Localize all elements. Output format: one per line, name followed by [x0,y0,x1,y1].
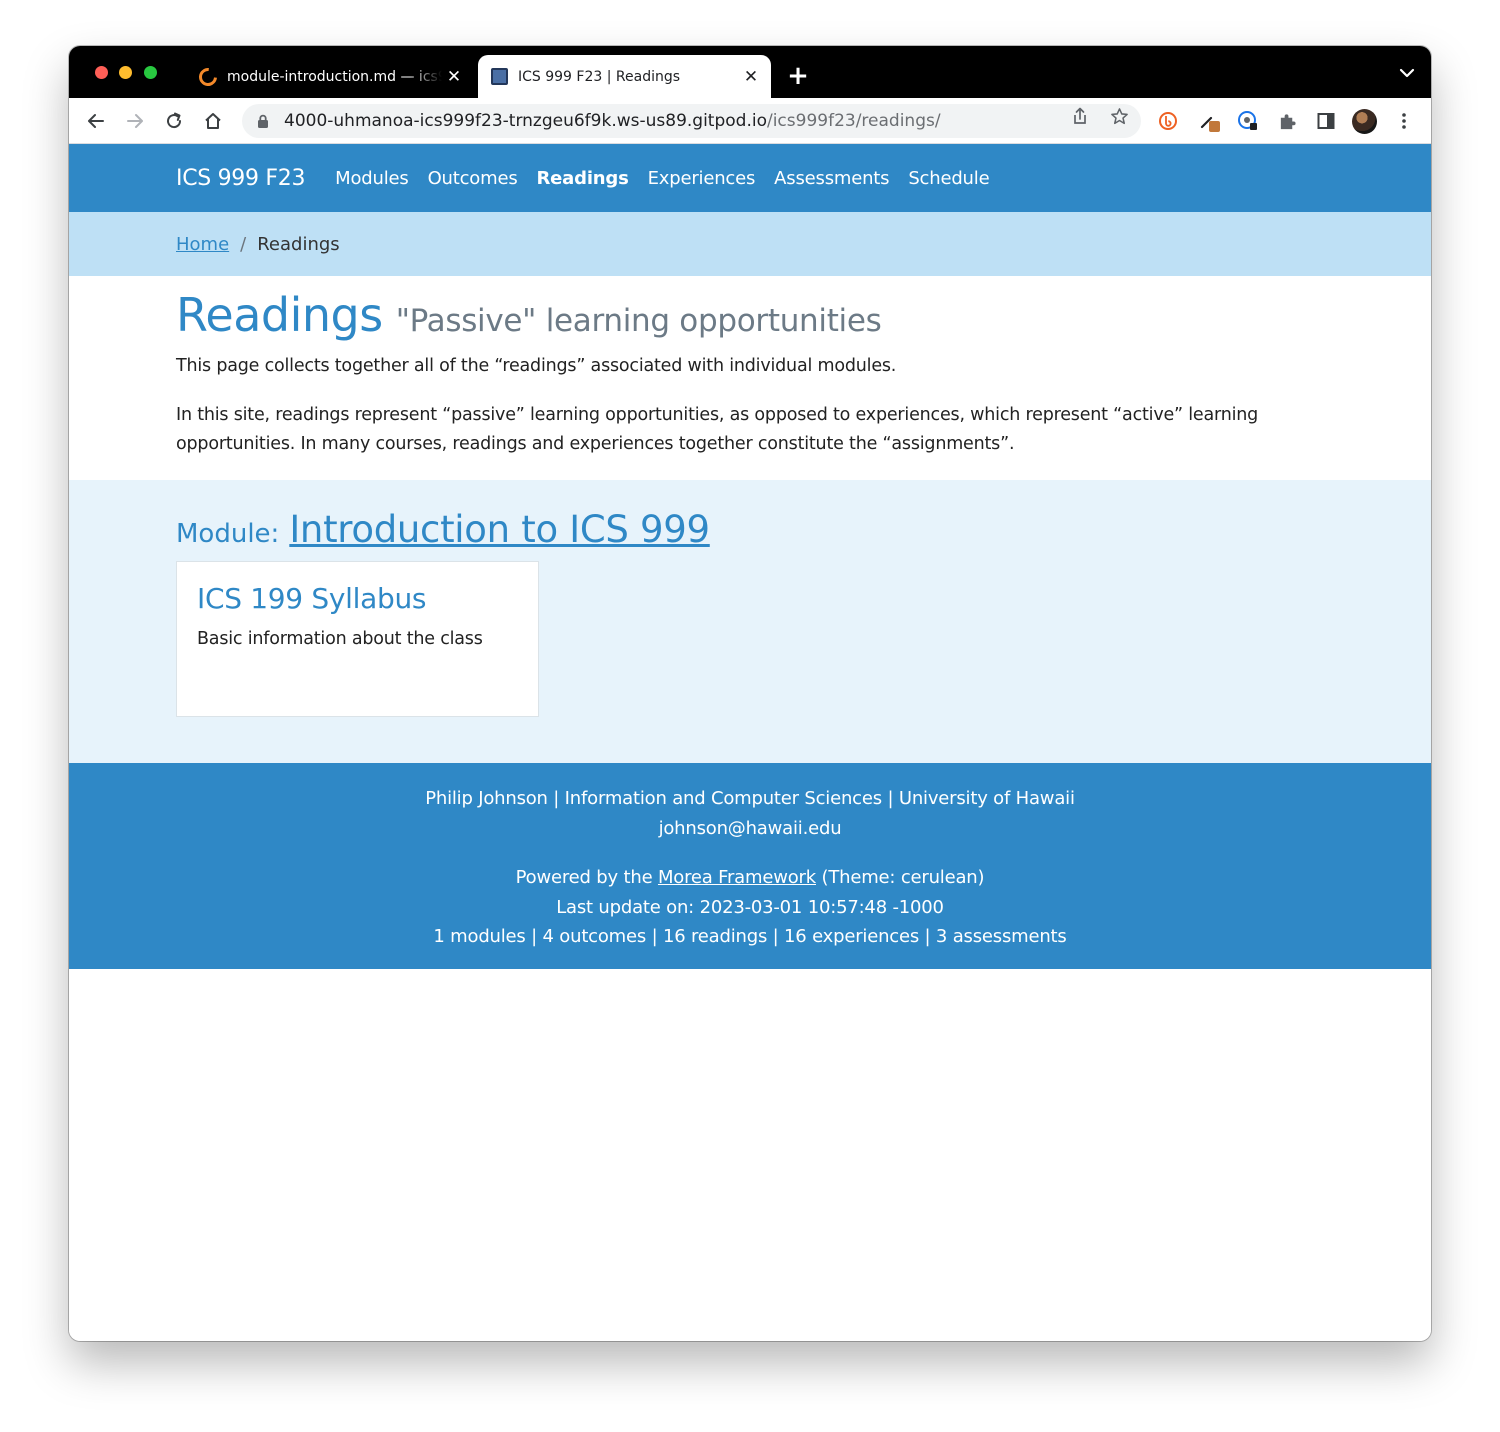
tab-readings[interactable]: ICS 999 F23 | Readings ✕ [478,55,771,98]
chevron-down-icon[interactable] [1399,66,1415,80]
share-icon[interactable] [1070,106,1090,126]
web-page: ICS 999 F23 Modules Outcomes Readings Ex… [69,144,1431,1341]
page-heading: Readings "Passive" learning opportunitie… [176,288,1324,342]
breadcrumb-home-link[interactable]: Home [176,234,229,255]
tab-module-introduction[interactable]: module-introduction.md — ics999f23 ✕ [187,55,474,98]
module-section: Module: Introduction to ICS 999 ICS 199 … [69,480,1431,763]
nav-schedule[interactable]: Schedule [908,168,989,189]
nav-experiences[interactable]: Experiences [648,168,756,189]
nav-outcomes[interactable]: Outcomes [428,168,518,189]
breadcrumb: Home / Readings [69,212,1431,276]
forward-icon[interactable] [123,109,147,133]
url-host: 4000-uhmanoa-ics999f23-trnzgeu6f9k.ws-us… [284,111,767,131]
footer-last-update: Last update on: 2023-03-01 10:57:48 -100… [556,896,944,918]
site-footer: Philip Johnson | Information and Compute… [69,763,1431,969]
tab-strip: module-introduction.md — ics999f23 ✕ ICS… [69,46,1431,98]
profile-avatar[interactable] [1352,109,1377,134]
close-window-button[interactable] [95,66,108,79]
nav-modules[interactable]: Modules [335,168,409,189]
module-prefix: Module: [176,519,280,549]
site-brand[interactable]: ICS 999 F23 [176,166,305,191]
lock-icon[interactable] [256,114,270,129]
intro-section: Readings "Passive" learning opportunitie… [69,276,1431,480]
password-manager-extension-icon[interactable] [1236,109,1260,133]
address-bar[interactable]: 4000-uhmanoa-ics999f23-trnzgeu6f9k.ws-us… [242,104,1141,138]
footer-email: johnson@hawaii.edu [658,817,842,839]
footer-powered-by: Powered by the Morea Framework (Theme: c… [69,863,1431,893]
more-menu-icon[interactable] [1392,109,1416,133]
nav-assessments[interactable]: Assessments [774,168,889,189]
back-icon[interactable] [84,109,108,133]
breadcrumb-current: Readings [257,233,340,255]
eyedropper-extension-icon[interactable] [1198,109,1222,133]
reading-card[interactable]: ICS 199 Syllabus Basic information about… [176,561,539,717]
browser-toolbar: 4000-uhmanoa-ics999f23-trnzgeu6f9k.ws-us… [69,98,1431,144]
gitpod-icon [195,63,221,90]
footer-credits: Philip Johnson | Information and Compute… [425,788,1075,809]
browser-window: module-introduction.md — ics999f23 ✕ ICS… [69,46,1431,1341]
tab-title: ICS 999 F23 | Readings [518,68,681,85]
page-icon [490,68,508,86]
footer-powered-suffix: (Theme: cerulean) [816,867,985,888]
side-panel-icon[interactable] [1314,109,1338,133]
home-icon[interactable] [201,109,225,133]
module-title-link[interactable]: Introduction to ICS 999 [289,508,710,551]
new-tab-button[interactable]: + [785,63,811,89]
morea-framework-link[interactable]: Morea Framework [658,867,816,888]
close-icon[interactable]: ✕ [739,65,763,89]
breadcrumb-separator: / [240,233,247,255]
reading-description: Basic information about the class [197,629,483,649]
intro-paragraph-1: This page collects together all of the “… [176,356,897,376]
tab-title: module-introduction.md — ics999f23 [227,68,442,85]
intro-paragraph-2: In this site, readings represent “passiv… [176,405,1259,454]
footer-powered-prefix: Powered by the [515,867,658,888]
footer-stats: 1 modules | 4 outcomes | 16 readings | 1… [433,926,1067,947]
nav-readings[interactable]: Readings [537,168,629,189]
close-icon[interactable]: ✕ [442,65,466,89]
reload-icon[interactable] [162,109,186,133]
page-title: Readings [176,288,383,342]
reading-title[interactable]: ICS 199 Syllabus [197,582,518,615]
extensions-puzzle-icon[interactable] [1275,109,1299,133]
module-heading: Module: Introduction to ICS 999 [176,508,1324,551]
url-path: /ics999f23/readings/ [766,111,941,131]
bookmark-star-icon[interactable] [1109,106,1129,126]
page-subtitle: "Passive" learning opportunities [395,303,882,339]
bitly-extension-icon[interactable] [1156,109,1180,133]
minimize-window-button[interactable] [119,66,132,79]
zoom-window-button[interactable] [144,66,157,79]
site-navbar: ICS 999 F23 Modules Outcomes Readings Ex… [69,144,1431,212]
